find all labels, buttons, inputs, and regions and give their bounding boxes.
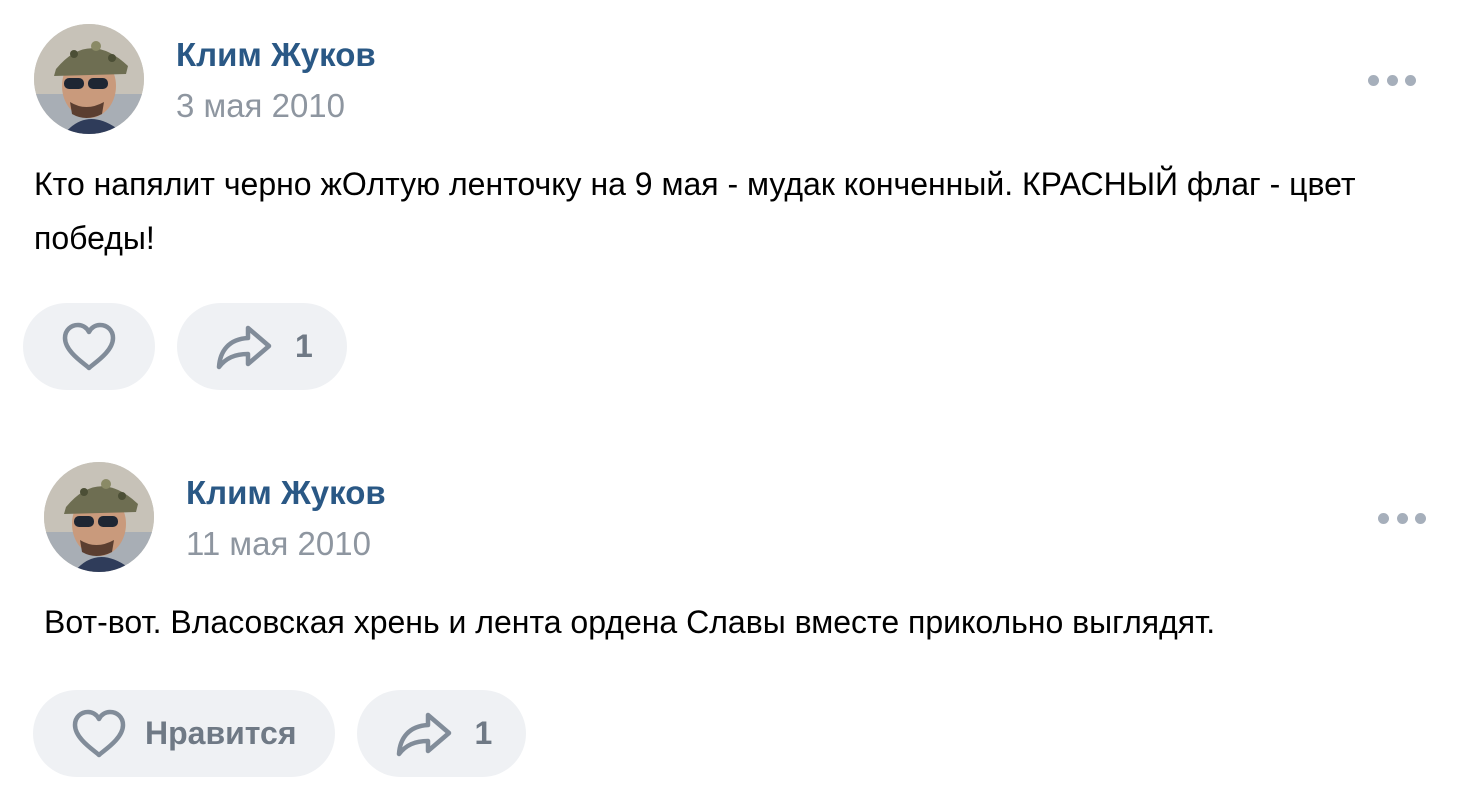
comment-thread: Клим Жуков 3 мая 2010 Кто напялит черно … (0, 0, 1474, 793)
comment-actions: 1 (23, 303, 347, 390)
share-button[interactable]: 1 (177, 303, 347, 390)
like-button[interactable] (23, 303, 155, 390)
share-count: 1 (474, 715, 493, 751)
comment-text: Кто напялит черно жОлтую ленточку на 9 м… (34, 166, 1356, 256)
avatar-image (34, 24, 144, 134)
dot (1386, 74, 1398, 86)
avatar[interactable] (34, 24, 144, 134)
dot (1405, 74, 1416, 86)
share-button[interactable]: 1 (356, 690, 527, 777)
author-name-link[interactable]: Клим Жуков (186, 474, 386, 512)
share-arrow-icon (396, 712, 451, 756)
more-dots-icon[interactable] (1368, 68, 1416, 92)
author-name-link[interactable]: Клим Жуков (176, 36, 376, 74)
post-date[interactable]: 11 мая 2010 (186, 525, 371, 563)
share-arrow-icon (216, 325, 272, 369)
post-date[interactable]: 3 мая 2010 (176, 87, 345, 125)
share-count: 1 (295, 328, 313, 364)
comment-text: Вот-вот. Власовская хрень и лента ордена… (44, 604, 1216, 640)
like-button[interactable]: Нравится (33, 690, 335, 777)
comment-actions: Нравится 1 (33, 690, 527, 777)
like-label: Нравится (145, 715, 297, 751)
heart-icon (62, 322, 116, 370)
dot (1368, 74, 1379, 86)
dot (1415, 512, 1426, 524)
avatar[interactable] (44, 462, 154, 572)
dot (1378, 512, 1389, 524)
avatar-image (44, 462, 154, 572)
comment-2: Клим Жуков 11 мая 2010 Вот-вот. Власовск… (0, 438, 1474, 793)
heart-icon (72, 709, 126, 757)
comment-1: Клим Жуков 3 мая 2010 Кто напялит черно … (0, 0, 1474, 410)
dot (1396, 512, 1408, 524)
more-dots-icon[interactable] (1378, 506, 1426, 530)
